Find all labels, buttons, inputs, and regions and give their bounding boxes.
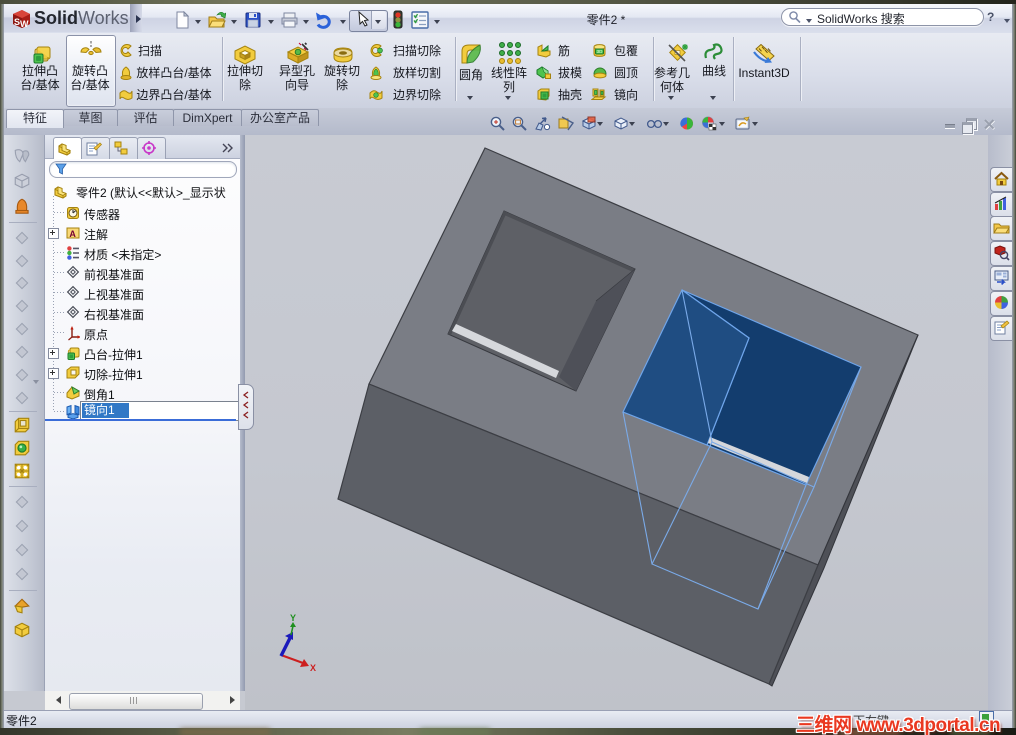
svg-text:Y: Y — [290, 613, 296, 623]
svg-text:3D: 3D — [597, 49, 604, 54]
svg-text:X: X — [310, 663, 316, 673]
svg-text:A: A — [69, 229, 76, 239]
svg-text:W: W — [20, 19, 29, 29]
